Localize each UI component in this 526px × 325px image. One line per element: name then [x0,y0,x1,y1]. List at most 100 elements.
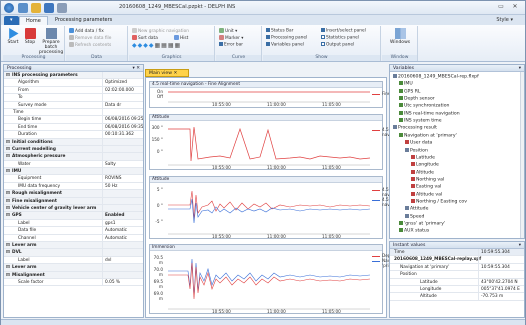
property-value[interactable] [102,145,143,153]
tree-item[interactable]: Altitude [411,169,434,176]
property-row[interactable]: Label dvl [4,256,143,265]
property-row[interactable]: IMU data frequency 50 Hz [4,182,143,191]
property-section[interactable]: ⊟ Vehicle center of gravity lever arm [4,205,143,213]
expand-toggle-icon[interactable]: ⊟ [6,153,10,159]
status-bar-toggle[interactable]: Status Bar [266,28,293,35]
vertical-scrollbar[interactable] [520,72,524,238]
tree-item[interactable]: Longitude [411,162,439,168]
minimize-button[interactable]: ▭ [495,3,507,12]
stop-button[interactable]: Stop [22,28,38,45]
property-value[interactable]: 0.05 % [102,278,143,286]
property-section[interactable]: ⊟ Lever arm [4,241,143,250]
quick-access-menu-icon[interactable] [57,3,67,13]
property-section[interactable]: ⊟ Misalignment [4,271,143,279]
property-value[interactable]: 06/08/2016 09:25:01.780 [102,116,143,123]
property-row[interactable]: Channel Automatic [4,234,143,242]
tree-item[interactable]: GPS RL [399,88,420,95]
property-value[interactable]: dvl [102,256,143,264]
property-row[interactable]: Data file Automatic [4,227,143,235]
property-value[interactable]: 50 Hz [102,182,143,190]
property-value[interactable]: 06/08/2016 09:35:33.142 [102,123,143,131]
instant-value-row[interactable]: Latitude 43°00'42.2704 N [390,278,524,286]
property-value[interactable] [102,153,143,160]
expand-toggle-icon[interactable]: ⊟ [6,198,10,204]
statistics-panel-toggle[interactable]: Statistics panel [321,35,359,42]
panel-pin-icon[interactable]: ▾ [519,65,521,72]
property-value[interactable]: Data dr [102,101,143,108]
property-value[interactable]: ROVINS [102,175,143,182]
tab-processing-parameters[interactable]: Processing parameters [49,16,118,25]
instant-value-row[interactable]: Navigation at 'primary' 10:59:55.304 [390,263,524,272]
property-value[interactable] [102,271,143,278]
expand-toggle-icon[interactable]: ⊟ [6,146,10,152]
property-row[interactable]: Time [4,108,143,117]
tree-item[interactable]: Attitude [405,206,428,212]
property-value[interactable] [102,108,143,116]
expand-toggle-icon[interactable]: ⊟ [6,264,10,270]
property-value[interactable] [102,205,143,212]
tree-item[interactable]: Navigation at 'primary' [399,132,457,139]
new-file-icon[interactable] [18,3,28,13]
property-value[interactable]: Enabled [102,212,143,219]
tree-item[interactable]: INS system time [399,118,442,124]
property-section[interactable]: ⊟ Rough misalignment [4,190,143,198]
tree-item[interactable]: IMU [399,81,413,87]
style-menu[interactable]: Style ▾ [496,17,513,23]
property-row[interactable]: Equipment ROVINS [4,175,143,183]
instant-value-row[interactable]: Altitude -70.753 m [390,293,524,301]
sync-icon[interactable]: ▦ [175,42,182,49]
expand-toggle-icon[interactable]: ⊟ [6,212,10,218]
property-value[interactable] [102,72,143,79]
property-value[interactable] [102,264,143,271]
property-row[interactable]: From 02:02:00.000 [4,86,143,95]
hist-button[interactable]: Hist [174,35,188,42]
save-icon[interactable] [44,3,54,13]
property-value[interactable]: Optimized [102,79,143,86]
app-logo-icon[interactable] [4,3,14,13]
property-section[interactable]: ⊟ Current modelling [4,145,143,154]
fit-icon[interactable]: ▦ [161,42,168,49]
expand-toggle-icon[interactable]: ⊟ [6,242,10,248]
expand-toggle-icon[interactable]: ⊟ [6,168,10,174]
tree-item[interactable]: Position [405,147,428,154]
unit-dropdown[interactable]: Unit ▾ [219,28,237,35]
tree-item[interactable]: Speed [405,213,424,220]
property-value[interactable]: 02:02:00.000 [102,86,143,94]
instant-value-row[interactable]: Longitude 005°37'41.0974 E [390,285,524,294]
expand-toggle-icon[interactable]: ⊟ [6,205,10,211]
instant-value-row[interactable]: 20160608_1249_MBESCal-replay.xpf [390,256,524,264]
panel-pin-icon[interactable]: ▾ ✕ [133,65,140,72]
remove-data-button[interactable]: Remove data file [69,35,111,42]
roll-pitch-plot[interactable] [150,183,384,240]
property-row[interactable]: End time 06/08/2016 09:35:33.142 [4,123,143,132]
zoom-tools[interactable]: ◆◆◆◆▦▦▦▦ [132,43,181,49]
tree-item[interactable]: User data [405,140,432,146]
instant-value-row[interactable]: Position [390,271,524,279]
error-bar-toggle[interactable]: Error bar [219,42,243,49]
tree-item[interactable]: Utc synchronization [399,103,449,109]
panel-pin-icon[interactable]: ▾ [519,242,521,249]
tree-item[interactable]: Northing val [411,176,444,183]
insert-panel-toggle[interactable]: Insert/select panel [321,28,366,35]
variables-panel-toggle[interactable]: Variables panel [266,42,304,49]
windows-button[interactable]: Windows [390,28,410,45]
output-panel-toggle[interactable]: Output panel [321,42,354,49]
property-value[interactable] [102,190,143,197]
property-row[interactable]: Water Salty [4,160,143,169]
tab-home[interactable]: Home [19,16,48,25]
expand-toggle-icon[interactable]: ⊟ [6,272,10,278]
expand-toggle-icon[interactable]: ⊟ [6,139,10,145]
tree-item[interactable]: INS real-time navigation [399,110,460,117]
processing-panel-toggle[interactable]: Processing panel [266,35,307,42]
expand-toggle-icon[interactable]: ⊟ [6,249,10,255]
property-row[interactable]: To [4,94,143,102]
property-section[interactable]: ⊟ GPS Enabled [4,212,143,220]
tree-item[interactable]: Depth sensor [399,96,435,102]
tree-item[interactable]: 20160608_1249_MBESCal-rep.flxpf [393,74,479,80]
heading-plot[interactable] [150,121,384,171]
property-row[interactable]: Label gps1 [4,219,143,228]
property-value[interactable] [102,168,143,175]
property-section[interactable]: ⊟ Atmospheric pressure [4,153,143,161]
tree-item[interactable]: Processing result [393,125,437,131]
refresh-button[interactable]: Refresh contents [69,42,111,49]
